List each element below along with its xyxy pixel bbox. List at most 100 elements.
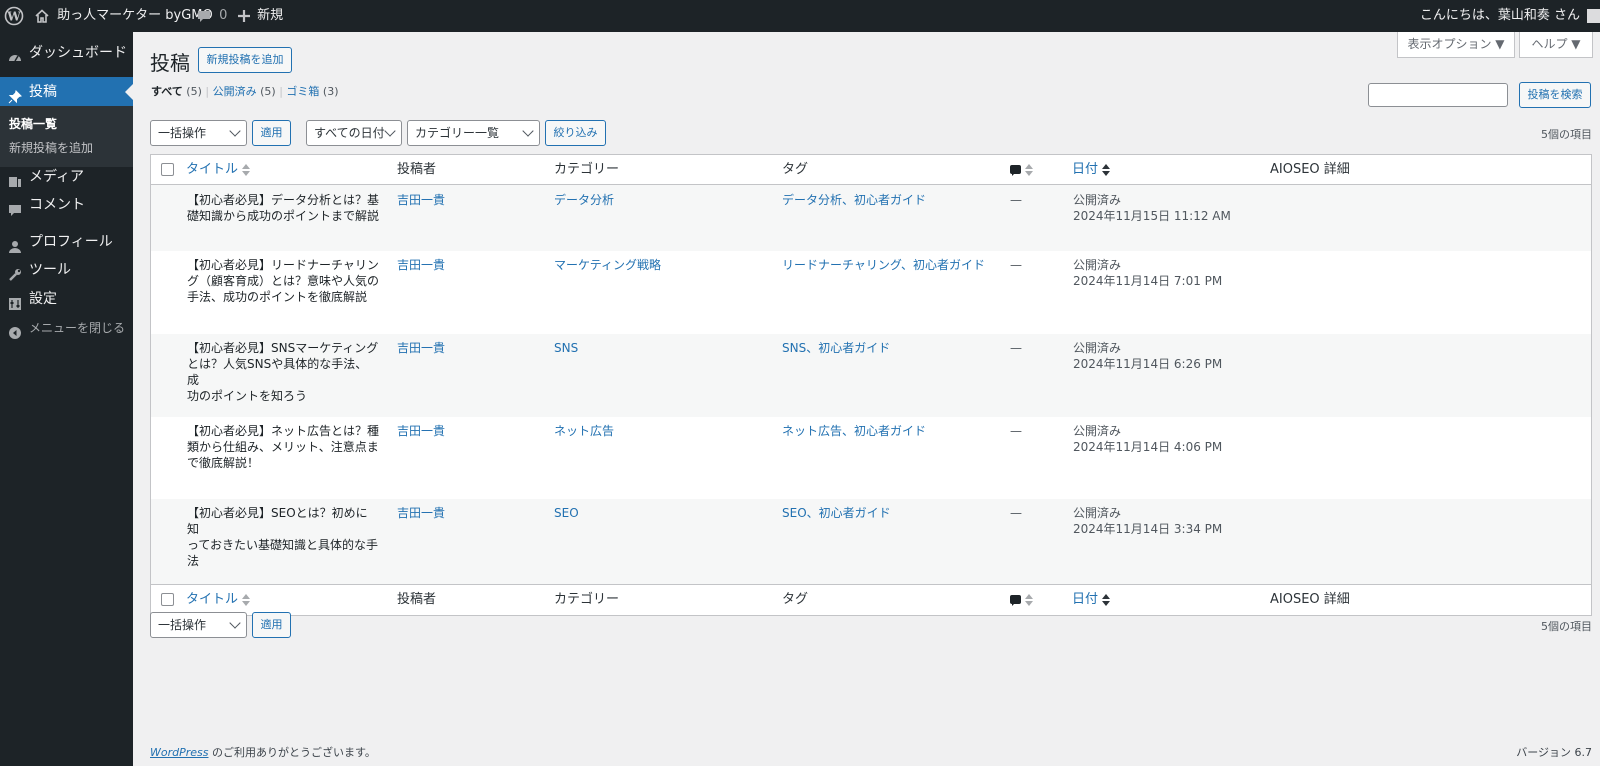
post-date: 2024年11月15日 11:12 AM [1073, 209, 1231, 223]
post-comments: — [1010, 506, 1022, 520]
post-author[interactable]: 吉田一貴 [397, 505, 445, 521]
filter-trash[interactable]: ゴミ箱 [286, 85, 319, 98]
sidebar-item-dashboard[interactable]: ダッシュボード [0, 38, 133, 68]
search-input[interactable] [1368, 83, 1508, 107]
chevron-down-icon [384, 125, 396, 137]
sidebar-item-settings[interactable]: 設定 [0, 284, 133, 314]
bulk-action-select[interactable]: 一括操作 [150, 120, 247, 146]
submenu-add-new[interactable]: 新規投稿を追加 [9, 139, 93, 156]
post-category[interactable]: SNS [554, 340, 578, 356]
date-filter-select[interactable]: すべての日付 [306, 120, 402, 146]
column-title[interactable]: タイトル [186, 155, 251, 185]
sort-icon [1025, 593, 1033, 606]
post-title[interactable]: 【初心者必見】データ分析とは？基 礎知識から成功のポイントまで解説 [187, 192, 379, 224]
filter-trash-count: (3) [322, 85, 339, 98]
post-comments: — [1010, 193, 1022, 207]
table-header: タイトル 投稿者 カテゴリー タグ 日付 AIOSEO 詳細 [151, 155, 1591, 185]
column-category: カテゴリー [554, 162, 620, 177]
post-tags[interactable]: SNS、初心者ガイド [782, 340, 890, 356]
admin-toolbar: W 助っ人マーケター byGMO 0 新規 こんにちは、葉山和奏 さん [0, 0, 1600, 32]
post-title[interactable]: 【初心者必見】SEOとは？初めに知 っておきたい基礎知識と具体的な手法 [187, 505, 379, 569]
apply-button[interactable]: 適用 [252, 120, 291, 146]
comment-bubble-icon [1010, 165, 1021, 176]
column-date[interactable]: 日付 [1072, 585, 1111, 615]
post-author[interactable]: 吉田一貴 [397, 257, 445, 273]
sidebar-item-profile[interactable]: プロフィール [0, 227, 133, 257]
bulk-action-select-bottom[interactable]: 一括操作 [150, 612, 247, 638]
footer-thanks: WordPress のご利用ありがとうございます。 [150, 744, 376, 760]
post-category[interactable]: ネット広告 [554, 423, 614, 439]
add-new-post-button[interactable]: 新規投稿を追加 [198, 47, 292, 73]
select-all-checkbox[interactable] [161, 163, 174, 176]
collapse-icon [8, 321, 22, 339]
table-row[interactable]: 【初心者必見】リードナーチャリン グ（顧客育成）とは？意味や人気の 手法、成功のポイ… [151, 251, 1591, 334]
submenu-all-posts[interactable]: 投稿一覧 [9, 115, 57, 132]
sidebar-item-tools[interactable]: ツール [0, 255, 133, 285]
filter-all[interactable]: すべて [151, 85, 183, 98]
new-content-link[interactable]: 新規 [238, 0, 283, 32]
home-icon [34, 8, 54, 23]
site-home-link[interactable]: 助っ人マーケター byGMO [34, 0, 213, 32]
post-tags[interactable]: SEO、初心者ガイド [782, 505, 891, 521]
sidebar-item-collapse[interactable]: メニューを閉じる [0, 313, 133, 343]
chevron-down-icon [229, 617, 241, 629]
dashboard-icon [8, 46, 22, 62]
post-tags[interactable]: リードナーチャリング、初心者ガイド [782, 257, 985, 273]
post-title[interactable]: 【初心者必見】ネット広告とは？種 類から仕組み、メリット、注意点ま で徹底解説！ [187, 423, 379, 471]
table-footer: タイトル 投稿者 カテゴリー タグ 日付 AIOSEO 詳細 [151, 584, 1591, 614]
avatar[interactable] [1587, 9, 1600, 23]
select-all-checkbox[interactable] [161, 593, 174, 606]
status-filters: すべて (5) | 公開済み (5) | ゴミ箱 (3) [151, 83, 339, 99]
post-tags[interactable]: データ分析、初心者ガイド [782, 192, 926, 208]
comment-bubble-icon [1010, 595, 1021, 606]
post-tags[interactable]: ネット広告、初心者ガイド [782, 423, 926, 439]
sort-icon [1025, 163, 1033, 176]
sidebar-item-comments[interactable]: コメント [0, 190, 133, 220]
table-row[interactable]: 【初心者必見】ネット広告とは？種 類から仕組み、メリット、注意点ま で徹底解説！ 吉… [151, 417, 1591, 499]
filter-all-count: (5) [186, 85, 202, 98]
page-title: 投稿 [150, 51, 190, 75]
wordpress-link[interactable]: WordPress [150, 746, 209, 759]
column-title[interactable]: タイトル [186, 585, 251, 615]
post-comments: — [1010, 258, 1022, 272]
filter-button[interactable]: 絞り込み [545, 120, 606, 146]
help-button[interactable]: ヘルプ ▼ [1519, 32, 1593, 58]
screen-options-button[interactable]: 表示オプション ▼ [1397, 32, 1515, 58]
media-icon [8, 170, 22, 187]
apply-button-bottom[interactable]: 適用 [252, 612, 291, 638]
comment-bubble-icon [197, 8, 215, 23]
post-date: 2024年11月14日 7:01 PM [1073, 274, 1223, 288]
post-title[interactable]: 【初心者必見】リードナーチャリン グ（顧客育成）とは？意味や人気の 手法、成功のポイ… [187, 257, 379, 305]
sidebar-item-posts[interactable]: 投稿 [0, 77, 133, 107]
table-row[interactable]: 【初心者必見】データ分析とは？基 礎知識から成功のポイントまで解説 吉田一貴 デー… [151, 185, 1591, 251]
table-row[interactable]: 【初心者必見】SEOとは？初めに知 っておきたい基礎知識と具体的な手法 吉田一貴 … [151, 499, 1591, 584]
post-title[interactable]: 【初心者必見】SNSマーケティング とは？人気SNSや具体的な手法、成 功のポイント… [187, 340, 379, 404]
post-author[interactable]: 吉田一貴 [397, 192, 445, 208]
wordpress-logo-icon[interactable]: W [4, 0, 24, 32]
post-author[interactable]: 吉田一貴 [397, 340, 445, 356]
post-author[interactable]: 吉田一貴 [397, 423, 445, 439]
site-name: 助っ人マーケター byGMO [57, 8, 213, 23]
chevron-down-icon [522, 125, 534, 137]
sidebar-item-media[interactable]: メディア [0, 162, 133, 192]
main-content: 表示オプション ▼ ヘルプ ▼ 投稿 新規投稿を追加 すべて (5) | 公開済… [133, 32, 1600, 766]
plus-icon [238, 8, 254, 23]
column-date[interactable]: 日付 [1072, 155, 1111, 185]
column-comments[interactable] [1010, 155, 1033, 185]
pin-icon [8, 85, 22, 104]
footer-version: バージョン 6.7 [1516, 746, 1592, 759]
separator: | [205, 85, 210, 98]
column-comments[interactable] [1010, 585, 1033, 615]
filter-published-count: (5) [260, 85, 276, 98]
account-greeting[interactable]: こんにちは、葉山和奏 さん [1420, 0, 1580, 32]
post-category[interactable]: マーケティング戦略 [554, 257, 661, 273]
comments-link[interactable]: 0 [197, 0, 227, 32]
sort-icon [242, 163, 251, 176]
category-filter-select[interactable]: カテゴリー一覧 [407, 120, 540, 146]
table-row[interactable]: 【初心者必見】SNSマーケティング とは？人気SNSや具体的な手法、成 功のポイント… [151, 334, 1591, 417]
search-posts-button[interactable]: 投稿を検索 [1519, 82, 1591, 108]
post-category[interactable]: SEO [554, 505, 579, 521]
post-status: 公開済み [1073, 193, 1122, 207]
post-category[interactable]: データ分析 [554, 192, 614, 208]
filter-published[interactable]: 公開済み [213, 85, 257, 98]
